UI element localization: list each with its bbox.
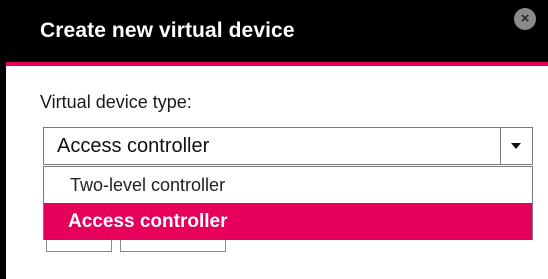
option-label: Two-level controller <box>70 175 226 195</box>
option-two-level-controller[interactable]: Two-level controller <box>44 167 532 203</box>
option-access-controller[interactable]: Access controller <box>44 203 532 240</box>
option-label: Access controller <box>68 211 228 232</box>
dialog-title: Create new virtual device <box>40 19 295 42</box>
dropdown-toggle[interactable] <box>500 128 532 164</box>
device-type-options-list: Two-level controller Access controller <box>43 166 533 240</box>
close-icon[interactable]: × <box>514 8 536 30</box>
device-type-label: Virtual device type: <box>40 92 192 112</box>
chevron-down-icon <box>511 143 521 149</box>
device-type-select[interactable]: Access controller <box>43 127 533 165</box>
create-virtual-device-dialog: Create new virtual device × Virtual devi… <box>0 0 548 279</box>
device-type-selected-value: Access controller <box>57 135 210 157</box>
titlebar-accent-line <box>6 62 548 66</box>
dialog-titlebar: Create new virtual device × <box>6 0 548 62</box>
